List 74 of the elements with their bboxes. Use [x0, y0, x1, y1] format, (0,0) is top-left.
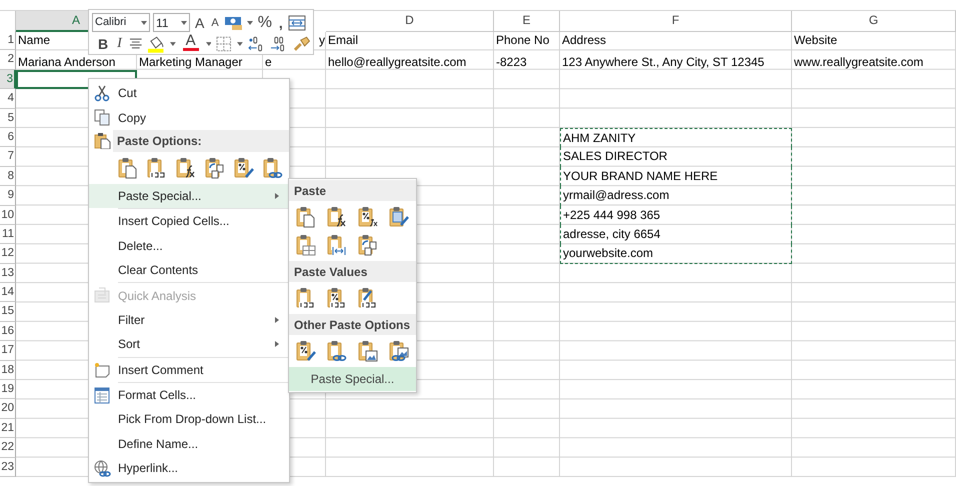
- row-header[interactable]: 10: [0, 206, 16, 225]
- row-header[interactable]: 15: [0, 302, 16, 322]
- table-cell: Phone No: [496, 33, 550, 47]
- menu-item[interactable]: Paste Special...: [89, 184, 289, 208]
- row-header[interactable]: 1: [0, 31, 16, 50]
- menu-item[interactable]: Paste Special...: [289, 367, 416, 391]
- table-cell: +225 444 998 365: [560, 206, 792, 225]
- menu-item[interactable]: Define Name...: [89, 432, 289, 456]
- row-header[interactable]: 5: [0, 108, 16, 128]
- table-cell: SALES DIRECTOR: [560, 147, 792, 167]
- table-cell: YOUR BRAND NAME HERE: [560, 166, 792, 186]
- menu-item[interactable]: Pick From Drop-down List...: [89, 407, 289, 432]
- menu-item[interactable]: Copy: [89, 105, 289, 130]
- row-header[interactable]: 3: [0, 70, 16, 90]
- row-header[interactable]: 4: [0, 89, 16, 109]
- row-header[interactable]: 6: [0, 128, 16, 148]
- column-header[interactable]: D: [326, 11, 494, 32]
- comma-button[interactable]: ,: [276, 13, 285, 32]
- row-header[interactable]: 16: [0, 322, 16, 342]
- table-cell: hello@reallygreatsite.com: [328, 54, 466, 70]
- menu-item[interactable]: Cut: [89, 81, 289, 106]
- table-cell: Website: [794, 33, 838, 47]
- table-cell: Name: [18, 33, 50, 47]
- row-header[interactable]: 17: [0, 341, 16, 361]
- table-cell: AHM ZANITY: [560, 128, 792, 148]
- menu-item[interactable]: Delete...: [89, 234, 289, 258]
- menu-section-header: Paste: [289, 180, 416, 201]
- row-header[interactable]: 20: [0, 399, 16, 419]
- table-cell: e: [265, 54, 272, 70]
- table-cell: yourwebsite.com: [560, 244, 792, 264]
- bold-button[interactable]: B: [96, 34, 110, 53]
- italic-button[interactable]: I: [115, 34, 124, 53]
- row-header[interactable]: 13: [0, 264, 16, 284]
- font-dropdown[interactable]: Calibri: [92, 13, 150, 32]
- menu-section-header: Paste Values: [289, 261, 416, 282]
- table-cell: yrmail@adress.com: [560, 186, 792, 206]
- row-header[interactable]: 23: [0, 458, 16, 477]
- table-cell: 123 Anywhere St., Any City, ST 12345: [562, 54, 764, 70]
- menu-item[interactable]: Format Cells...: [89, 382, 289, 408]
- table-cell: www.reallygreatsite.com: [794, 54, 924, 70]
- font-color-button[interactable]: A: [180, 34, 201, 53]
- row-header[interactable]: 7: [0, 147, 16, 167]
- menu-item[interactable]: Sort: [89, 332, 289, 357]
- row-header[interactable]: 14: [0, 283, 16, 302]
- column-header[interactable]: G: [792, 11, 956, 32]
- row-header[interactable]: 21: [0, 418, 16, 438]
- row-header[interactable]: 19: [0, 380, 16, 400]
- column-header[interactable]: F: [560, 11, 792, 32]
- percent-button[interactable]: %: [256, 13, 274, 32]
- table-cell: y: [319, 33, 325, 47]
- table-cell: Mariana Anderson: [18, 54, 116, 70]
- row-header[interactable]: 8: [0, 166, 16, 186]
- increase-font-button[interactable]: A: [193, 13, 206, 32]
- column-header[interactable]: E: [494, 11, 560, 32]
- menu-item[interactable]: Filter: [89, 308, 289, 332]
- menu-item[interactable]: Clear Contents: [89, 258, 289, 282]
- row-header[interactable]: 11: [0, 224, 16, 244]
- menu-item[interactable]: Hyperlink...: [89, 456, 289, 480]
- menu-section-header: Paste Options:: [113, 130, 289, 152]
- menu-section-header: Other Paste Options: [289, 314, 416, 335]
- row-header[interactable]: 9: [0, 186, 16, 206]
- row-header[interactable]: 18: [0, 360, 16, 380]
- table-cell: adresse, city 6654: [560, 224, 792, 244]
- table-cell: Email: [328, 33, 358, 47]
- table-cell: Address: [562, 33, 606, 47]
- row-header[interactable]: 2: [0, 50, 16, 70]
- menu-item[interactable]: Insert Copied Cells...: [89, 209, 289, 234]
- font-size-dropdown[interactable]: 11: [153, 13, 190, 32]
- menu-item[interactable]: Insert Comment: [89, 358, 289, 382]
- table-cell: -8223: [496, 54, 527, 70]
- decrease-font-button[interactable]: A: [209, 13, 221, 32]
- table-cell: Marketing Manager: [139, 54, 242, 70]
- row-header[interactable]: 12: [0, 244, 16, 264]
- row-header[interactable]: 22: [0, 438, 16, 458]
